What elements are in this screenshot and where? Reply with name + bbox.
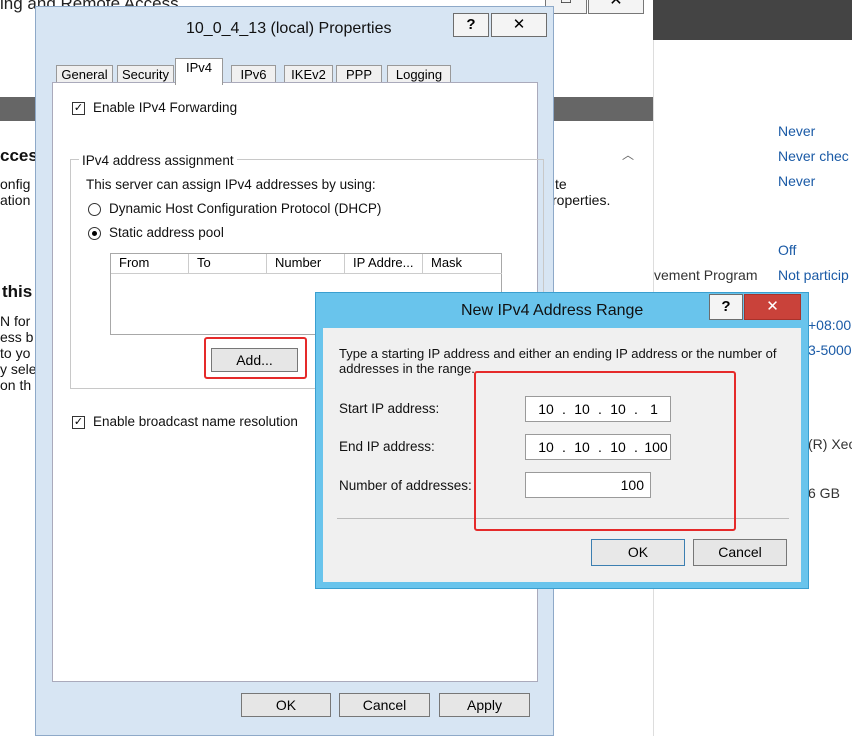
background-value-link[interactable]: Not particip <box>778 267 849 283</box>
broadcast-name-resolution-checkbox[interactable]: ✓ <box>72 416 85 429</box>
dhcp-radio-label: Dynamic Host Configuration Protocol (DHC… <box>109 201 382 216</box>
background-text-fragment: roperties. <box>552 192 611 208</box>
background-text-fragment: on th <box>0 377 32 393</box>
range-help-button[interactable]: ? <box>709 294 743 320</box>
assignment-description: This server can assign IPv4 addresses by… <box>86 177 376 192</box>
ip-fields-highlight <box>474 371 736 531</box>
column-header-number[interactable]: Number <box>267 254 345 274</box>
background-text-fragment: N for <box>0 313 31 329</box>
background-close-button[interactable]: ✕ <box>588 0 644 14</box>
background-text-fragment: to yo <box>0 345 31 361</box>
background-text-fragment: cces <box>0 146 38 165</box>
help-icon: ? <box>721 298 731 315</box>
range-ok-button[interactable]: OK <box>591 539 685 566</box>
static-pool-radio[interactable] <box>88 227 101 240</box>
tab-ipv4[interactable]: IPv4 <box>175 58 223 85</box>
cancel-button[interactable]: Cancel <box>339 693 430 717</box>
range-dialog-title: New IPv4 Address Range <box>461 302 644 319</box>
background-text-fragment: this <box>2 282 33 301</box>
background-value-link[interactable]: +08:00 <box>808 317 851 333</box>
dhcp-radio[interactable] <box>88 203 101 216</box>
background-text-fragment: ation <box>0 192 31 208</box>
column-header-to[interactable]: To <box>189 254 267 274</box>
broadcast-name-resolution-label: Enable broadcast name resolution <box>93 414 298 429</box>
chevron-up-icon[interactable]: ︿ <box>622 146 636 162</box>
background-value-link[interactable]: Off <box>778 242 796 258</box>
static-pool-radio-label: Static address pool <box>109 225 224 240</box>
background-text-fragment: y sele <box>0 361 37 377</box>
background-value-text: 6 GB <box>808 485 840 501</box>
enable-ipv4-forwarding-label: Enable IPv4 Forwarding <box>93 100 238 115</box>
background-text-fragment: te <box>555 176 567 192</box>
background-value-text: (R) Xeo <box>808 436 852 452</box>
background-text-fragment: ess b <box>0 329 34 345</box>
help-icon: ? <box>466 16 476 33</box>
range-cancel-button[interactable]: Cancel <box>693 539 787 566</box>
background-text-fragment: onfig <box>0 176 31 192</box>
background-value-link[interactable]: Never <box>778 173 815 189</box>
background-property-label: vement Program <box>654 267 758 283</box>
close-icon: ✕ <box>512 16 526 33</box>
close-button[interactable]: ✕ <box>491 13 547 37</box>
background-top-right-area <box>653 0 852 40</box>
ipv4-address-assignment-title: IPv4 address assignment <box>79 153 237 168</box>
apply-button[interactable]: Apply <box>439 693 530 717</box>
background-value-link[interactable]: Never <box>778 123 815 139</box>
column-header-ip-address[interactable]: IP Addre... <box>345 254 423 274</box>
background-value-link[interactable]: 3-5000 <box>808 342 852 358</box>
help-button[interactable]: ? <box>453 13 489 37</box>
close-icon: ✕ <box>766 298 779 315</box>
range-close-button[interactable]: ✕ <box>744 294 801 320</box>
end-ip-label: End IP address: <box>339 439 435 454</box>
ok-button[interactable]: OK <box>241 693 331 717</box>
column-header-mask[interactable]: Mask <box>423 254 502 274</box>
background-value-link[interactable]: Never chec <box>778 148 849 164</box>
start-ip-label: Start IP address: <box>339 401 440 416</box>
enable-ipv4-forwarding-checkbox[interactable]: ✓ <box>72 102 85 115</box>
properties-dialog-title: 10_0_4_13 (local) Properties <box>186 20 392 37</box>
add-button-highlight <box>204 337 307 379</box>
column-header-from[interactable]: From <box>111 254 189 274</box>
number-of-addresses-label: Number of addresses: <box>339 478 472 493</box>
